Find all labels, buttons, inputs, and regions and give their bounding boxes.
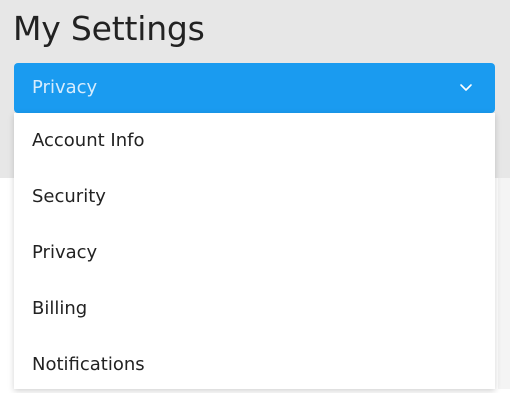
settings-dropdown-menu: Account Info Security Privacy Billing No…: [14, 113, 495, 389]
select-current-value: Privacy: [32, 77, 98, 98]
page-title: My Settings: [13, 9, 205, 48]
chevron-down-icon: [460, 84, 472, 91]
dropdown-item-notifications[interactable]: Notifications: [14, 337, 495, 393]
dropdown-item-security[interactable]: Security: [14, 169, 495, 225]
dropdown-item-billing[interactable]: Billing: [14, 281, 495, 337]
dropdown-item-account-info[interactable]: Account Info: [14, 113, 495, 169]
dropdown-item-privacy[interactable]: Privacy: [14, 225, 495, 281]
settings-section-select[interactable]: Privacy: [14, 63, 495, 113]
page-background-strip: [498, 178, 510, 389]
